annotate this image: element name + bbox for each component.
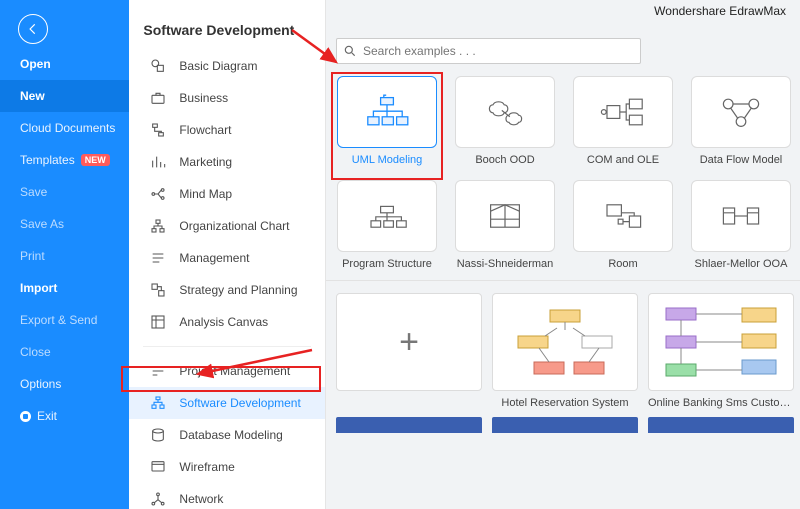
plan-icon — [149, 281, 167, 299]
mindmap-icon — [149, 185, 167, 203]
category-network[interactable]: Network — [129, 483, 325, 509]
template-peek[interactable] — [492, 417, 638, 433]
search-input[interactable] — [363, 44, 634, 58]
shapes-icon — [149, 57, 167, 75]
tile-room[interactable]: Room — [572, 180, 674, 270]
category-header: Software Development — [129, 0, 325, 50]
tile-shlaer-mellor[interactable]: Shlaer-Mellor OOA — [690, 180, 792, 270]
diagram-type-grid: UML Modeling Booch OOD COM and OLE Data … — [326, 76, 800, 280]
wireframe-icon — [149, 458, 167, 476]
sidebar-item-save-as[interactable]: Save As — [0, 208, 129, 240]
category-software-development[interactable]: Software Development — [129, 387, 325, 419]
search-box[interactable] — [336, 38, 641, 64]
search-icon — [343, 44, 357, 58]
tile-com-and-ole[interactable]: COM and OLE — [572, 76, 674, 166]
chart-icon — [149, 153, 167, 171]
category-mind-map[interactable]: Mind Map — [129, 178, 325, 210]
category-business[interactable]: Business — [129, 82, 325, 114]
flowchart-icon — [149, 121, 167, 139]
sidebar-item-cloud-documents[interactable]: Cloud Documents — [0, 112, 129, 144]
app-root: Open New Cloud Documents TemplatesNEW Sa… — [0, 0, 800, 509]
network-icon — [149, 490, 167, 508]
category-marketing[interactable]: Marketing — [129, 146, 325, 178]
category-project-management[interactable]: Project Management — [129, 355, 325, 387]
sidebar-item-new[interactable]: New — [0, 80, 129, 112]
sidebar-item-templates[interactable]: TemplatesNEW — [0, 144, 129, 176]
exit-icon — [20, 411, 31, 422]
tile-program-structure[interactable]: Program Structure — [336, 180, 438, 270]
template-online-banking[interactable]: Online Banking Sms Customer — [648, 293, 794, 409]
sidebar-item-exit[interactable]: Exit — [0, 400, 129, 432]
category-column: Software Development Basic Diagram Busin… — [129, 0, 326, 509]
category-strategy[interactable]: Strategy and Planning — [129, 274, 325, 306]
template-blank[interactable]: + — [336, 293, 482, 409]
sidebar-item-print[interactable]: Print — [0, 240, 129, 272]
category-wireframe[interactable]: Wireframe — [129, 451, 325, 483]
category-basic-diagram[interactable]: Basic Diagram — [129, 50, 325, 82]
bars-icon — [149, 362, 167, 380]
canvas-icon — [149, 313, 167, 331]
tile-booch-ood[interactable]: Booch OOD — [454, 76, 556, 166]
sidebar-item-save[interactable]: Save — [0, 176, 129, 208]
sidebar-item-options[interactable]: Options — [0, 368, 129, 400]
category-separator — [143, 346, 311, 347]
category-flowchart[interactable]: Flowchart — [129, 114, 325, 146]
category-database-modeling[interactable]: Database Modeling — [129, 419, 325, 451]
briefcase-icon — [149, 89, 167, 107]
list-icon — [149, 249, 167, 267]
file-sidebar: Open New Cloud Documents TemplatesNEW Sa… — [0, 0, 129, 509]
tile-data-flow-model[interactable]: Data Flow Model — [690, 76, 792, 166]
template-hotel-reservation[interactable]: Hotel Reservation System — [492, 293, 638, 409]
db-icon — [149, 426, 167, 444]
tile-nassi-shneiderman[interactable]: Nassi-Shneiderman — [454, 180, 556, 270]
template-row-peek — [326, 409, 800, 433]
category-org-chart[interactable]: Organizational Chart — [129, 210, 325, 242]
tile-uml-modeling[interactable]: UML Modeling — [336, 76, 438, 166]
sidebar-item-close[interactable]: Close — [0, 336, 129, 368]
category-management[interactable]: Management — [129, 242, 325, 274]
template-peek[interactable] — [648, 417, 794, 433]
category-analysis-canvas[interactable]: Analysis Canvas — [129, 306, 325, 338]
back-button[interactable] — [18, 14, 48, 44]
uml-icon — [149, 394, 167, 412]
sidebar-item-import[interactable]: Import — [0, 272, 129, 304]
plus-icon: + — [399, 323, 419, 362]
sidebar-item-open[interactable]: Open — [0, 48, 129, 80]
template-row: + Hotel Reservation System Online Bankin… — [326, 280, 800, 409]
template-peek[interactable] — [336, 417, 482, 433]
main-area: Wondershare EdrawMax UML Modeling Booch … — [326, 0, 800, 509]
org-icon — [149, 217, 167, 235]
new-badge: NEW — [81, 154, 110, 166]
sidebar-item-export-send[interactable]: Export & Send — [0, 304, 129, 336]
category-list[interactable]: Basic Diagram Business Flowchart Marketi… — [129, 50, 325, 509]
